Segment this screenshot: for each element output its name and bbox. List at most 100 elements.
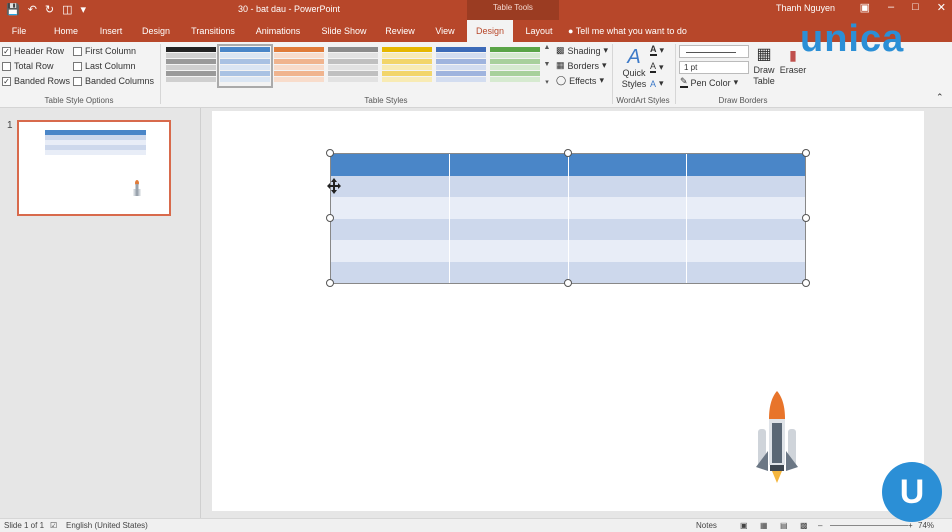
effects-button[interactable]: ◯ Effects ▾ (556, 75, 604, 86)
resize-handle-top[interactable] (564, 149, 572, 157)
table-cell[interactable] (568, 240, 688, 262)
table-cell[interactable] (687, 175, 805, 197)
table-cell[interactable] (331, 197, 450, 219)
tab-insert[interactable]: Insert (93, 20, 129, 42)
first-column-checkbox[interactable]: First Column (73, 46, 136, 56)
minimize-icon[interactable]: – (888, 1, 894, 14)
resize-handle-top-left[interactable] (326, 149, 334, 157)
tab-table-design[interactable]: Design (467, 20, 513, 42)
resize-handle-bottom-right[interactable] (802, 279, 810, 287)
table-cell[interactable] (331, 261, 450, 283)
table-cell[interactable] (331, 154, 450, 176)
table-cell[interactable] (449, 218, 569, 240)
slide-thumbnail[interactable] (17, 120, 171, 216)
table-style-swatch[interactable] (166, 47, 216, 85)
redo-icon[interactable]: ↻ (45, 2, 54, 18)
zoom-level[interactable]: 74% (918, 521, 934, 530)
tab-home[interactable]: Home (48, 20, 84, 42)
undo-icon[interactable]: ↶ (28, 2, 37, 18)
gallery-more-icon[interactable]: ▾ (545, 78, 549, 86)
tab-layout[interactable]: Layout (520, 20, 558, 42)
draw-table-button[interactable]: ▦ Draw Table (751, 45, 777, 87)
table-cell[interactable] (687, 240, 805, 262)
normal-view-icon[interactable]: ▣ (740, 521, 748, 530)
reading-view-icon[interactable]: ▤ (780, 521, 788, 530)
banded-rows-checkbox[interactable]: ✓ Banded Rows (2, 76, 70, 86)
pen-weight-dropdown[interactable]: 1 pt (679, 61, 749, 74)
pen-color-button[interactable]: ✎ Pen Color ▾ (680, 77, 738, 88)
table-row[interactable] (331, 175, 805, 197)
table-row[interactable] (331, 197, 805, 219)
table-cell[interactable] (449, 154, 569, 176)
table-cell[interactable] (449, 240, 569, 262)
slide-table[interactable] (330, 153, 806, 284)
total-row-checkbox[interactable]: Total Row (2, 61, 54, 71)
table-cell[interactable] (449, 175, 569, 197)
slideshow-view-icon[interactable]: ▩ (800, 521, 808, 530)
table-style-swatch[interactable] (328, 47, 378, 85)
table-row[interactable] (331, 240, 805, 262)
table-cell[interactable] (331, 240, 450, 262)
table-style-swatch[interactable] (490, 47, 540, 85)
pane-divider[interactable] (200, 108, 201, 518)
user-name[interactable]: Thanh Nguyen (776, 3, 835, 13)
banded-columns-checkbox[interactable]: Banded Columns (73, 76, 154, 86)
shading-button[interactable]: ▩ Shading ▾ (556, 45, 608, 56)
text-outline-button[interactable]: A ▾ (650, 62, 664, 73)
table-style-swatch[interactable] (217, 44, 273, 88)
tab-transitions[interactable]: Transitions (184, 20, 242, 42)
slide-canvas[interactable] (212, 111, 924, 511)
rocket-image[interactable] (750, 389, 804, 483)
chevron-up-icon[interactable]: ▲ (544, 44, 551, 51)
resize-handle-left[interactable] (326, 214, 334, 222)
table-style-swatch[interactable] (436, 47, 486, 85)
table-style-swatch[interactable] (382, 47, 432, 85)
table-style-swatch[interactable] (274, 47, 324, 85)
present-icon[interactable]: ◫ (62, 2, 72, 18)
tell-me-search[interactable]: ● Tell me what you want to do (568, 20, 687, 42)
zoom-slider[interactable] (830, 525, 908, 526)
close-icon[interactable]: ✕ (937, 1, 946, 14)
table-cell[interactable] (687, 218, 805, 240)
tab-file[interactable]: File (4, 20, 34, 42)
table-cell[interactable] (568, 218, 688, 240)
table-cell[interactable] (449, 261, 569, 283)
pen-style-dropdown[interactable] (679, 45, 749, 58)
ribbon-display-icon[interactable]: ▣ (860, 1, 870, 14)
tab-animations[interactable]: Animations (250, 20, 306, 42)
table-cell[interactable] (331, 175, 450, 197)
borders-button[interactable]: ▦ Borders ▾ (556, 60, 607, 71)
save-icon[interactable]: 💾 (6, 2, 20, 18)
notes-button[interactable]: Notes (696, 521, 717, 530)
tab-slide-show[interactable]: Slide Show (316, 20, 372, 42)
resize-handle-top-right[interactable] (802, 149, 810, 157)
tab-review[interactable]: Review (381, 20, 419, 42)
zoom-in-icon[interactable]: + (908, 521, 913, 530)
text-fill-button[interactable]: A ▾ (650, 45, 664, 56)
collapse-ribbon-icon[interactable]: ⌃ (936, 92, 944, 103)
header-row-checkbox[interactable]: ✓ Header Row (2, 46, 64, 56)
table-row[interactable] (331, 218, 805, 240)
last-column-checkbox[interactable]: Last Column (73, 61, 136, 71)
tab-design[interactable]: Design (138, 20, 174, 42)
chevron-down-icon[interactable]: ▼ (544, 61, 551, 68)
table-cell[interactable] (568, 197, 688, 219)
chevron-down-icon[interactable]: ▾ (81, 2, 87, 18)
table-header-row[interactable] (331, 154, 805, 176)
spellcheck-icon[interactable]: ☑ (50, 521, 57, 530)
slide-sorter-icon[interactable]: ▦ (760, 521, 768, 530)
gallery-scroll[interactable]: ▲ ▼ ▾ (542, 44, 552, 86)
table-cell[interactable] (568, 175, 688, 197)
table-cell[interactable] (687, 261, 805, 283)
table-cell[interactable] (449, 197, 569, 219)
maximize-icon[interactable]: □ (912, 1, 919, 14)
resize-handle-bottom-left[interactable] (326, 279, 334, 287)
text-effects-button[interactable]: A ▾ (650, 78, 664, 89)
language[interactable]: English (United States) (66, 521, 148, 530)
quick-styles-button[interactable]: A Quick Styles (618, 46, 650, 90)
table-cell[interactable] (568, 154, 688, 176)
resize-handle-right[interactable] (802, 214, 810, 222)
zoom-out-icon[interactable]: – (818, 521, 822, 530)
table-cell[interactable] (331, 218, 450, 240)
table-cell[interactable] (687, 154, 805, 176)
